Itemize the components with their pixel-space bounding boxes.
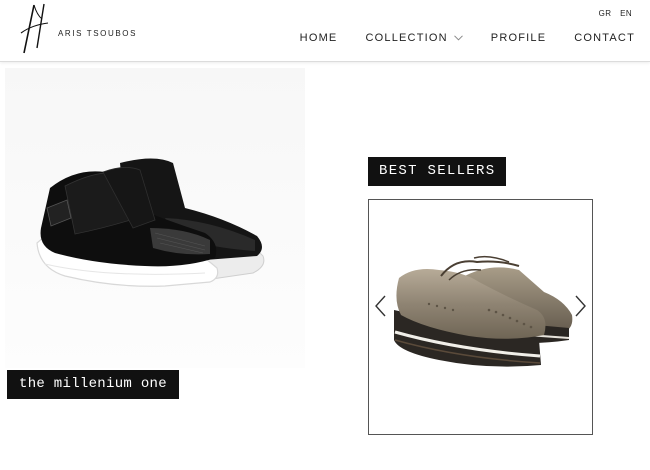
nav-item-label: COLLECTION [365, 32, 448, 44]
brand-logo[interactable]: ARIS TSOUBOS [18, 3, 148, 58]
nav-item-home[interactable]: HOME [300, 32, 338, 44]
hero-caption[interactable]: the millenium one [7, 370, 179, 399]
nav-item-profile[interactable]: PROFILE [491, 32, 546, 44]
chevron-right-icon[interactable] [572, 294, 588, 318]
best-sellers-heading: BEST SELLERS [368, 157, 507, 186]
nav-item-contact[interactable]: CONTACT [574, 32, 635, 44]
nav-item-label: HOME [299, 32, 338, 44]
hero-image[interactable] [5, 68, 305, 368]
brand-name: ARIS TSOUBOS [58, 29, 138, 38]
best-sellers-carousel[interactable] [368, 199, 593, 435]
nav-item-label: CONTACT [574, 32, 635, 44]
nav-item-collection[interactable]: COLLECTION [365, 32, 463, 44]
lang-gr[interactable]: GR [599, 9, 612, 18]
main-nav: HOME COLLECTION PROFILE CONTACT [272, 32, 635, 44]
metallic-brogue-image [394, 255, 573, 367]
chevron-down-icon [453, 35, 463, 41]
monogram-logo-icon [20, 3, 49, 54]
lang-en[interactable]: EN [620, 9, 632, 18]
site-header: ARIS TSOUBOS GR EN HOME COLLECTION PROFI… [0, 0, 650, 62]
nav-item-label: PROFILE [490, 32, 547, 44]
black-sneaker-image [5, 68, 305, 368]
language-switcher: GR EN [593, 9, 632, 18]
chevron-left-icon[interactable] [373, 294, 389, 318]
